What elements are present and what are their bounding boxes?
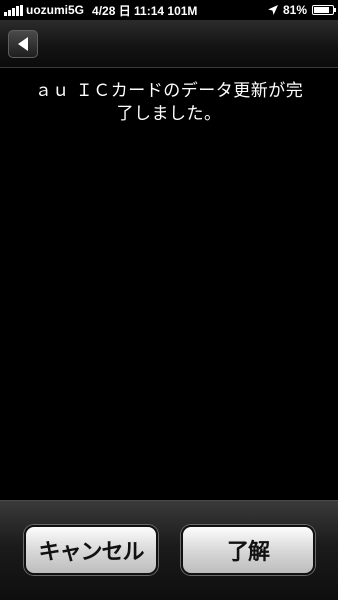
navigation-bar [0,20,338,68]
status-right: 81% [267,3,336,17]
carrier-name: uozumi5G [26,3,85,17]
cancel-button[interactable]: キャンセル [24,525,158,575]
battery-tip [334,8,336,12]
location-arrow-icon [267,5,278,15]
status-datetime: 4/28 日 11:14 101M [92,3,198,18]
status-bar: uozumi5G 4/28 日 11:14 101M 81% [0,0,338,20]
ok-button[interactable]: 了解 [181,525,315,575]
battery-percent: 81% [282,3,307,17]
signal-strength-icon [4,4,23,16]
message-line-2: 了しました。 [116,104,222,124]
back-button[interactable] [8,30,38,58]
update-complete-message: ａｕ ＩＣカードのデータ更新が完 了しました。 [18,80,320,126]
bottom-toolbar: キャンセル 了解 [0,500,338,600]
battery-icon [312,5,336,15]
left-arrow-icon [18,37,28,51]
message-line-1: ａｕ ＩＣカードのデータ更新が完 [34,81,304,101]
battery-fill [314,7,329,13]
